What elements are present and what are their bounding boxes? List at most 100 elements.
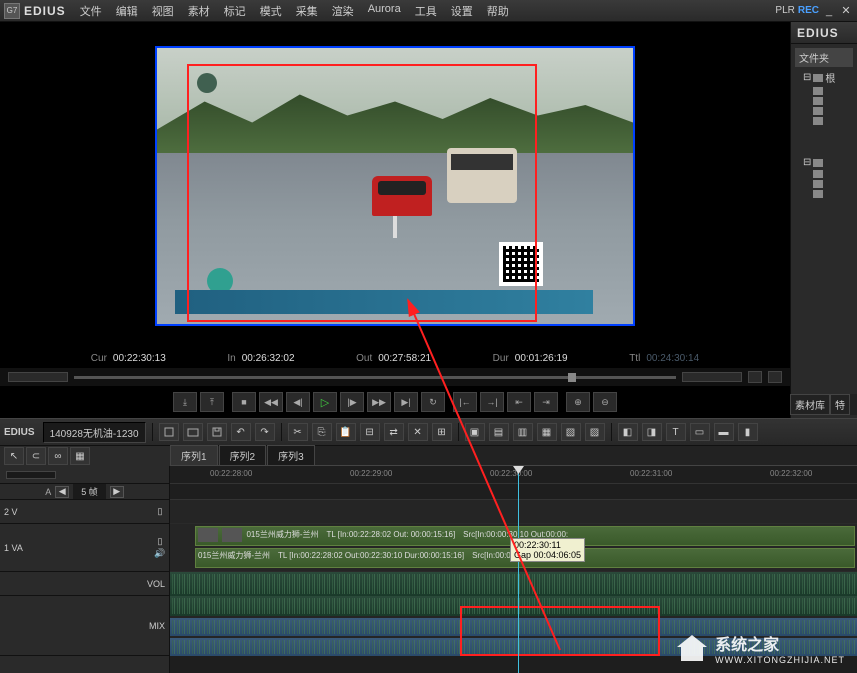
seq-tab-1[interactable]: 序列1 — [170, 445, 218, 465]
tree-item[interactable] — [795, 86, 853, 96]
menu-file[interactable]: 文件 — [74, 1, 108, 21]
tree-item[interactable] — [795, 106, 853, 116]
tc-cur[interactable]: 00:22:30:13 — [113, 353, 166, 364]
goto-out-button[interactable]: →| — [480, 392, 504, 412]
tool-j[interactable]: ▬ — [714, 423, 734, 441]
tree-item[interactable] — [795, 189, 853, 199]
track-vol[interactable] — [170, 572, 857, 596]
tool-a[interactable]: ▣ — [465, 423, 485, 441]
scrub-bar[interactable] — [0, 368, 790, 386]
menu-edit[interactable]: 编辑 — [110, 1, 144, 21]
goto-in-button[interactable]: |← — [453, 392, 477, 412]
menu-settings[interactable]: 设置 — [445, 1, 479, 21]
tree-item[interactable] — [795, 169, 853, 179]
next-frame-button[interactable]: |▶ — [340, 392, 364, 412]
tool-link[interactable]: ∞ — [48, 447, 68, 465]
tool-save[interactable] — [207, 423, 227, 441]
scrub-head[interactable] — [568, 373, 576, 382]
play-button[interactable]: ▷ — [313, 392, 337, 412]
menu-clip[interactable]: 素材 — [182, 1, 216, 21]
scrub-prev[interactable] — [748, 371, 762, 383]
tool-arrow[interactable]: ↖ — [4, 447, 24, 465]
tree-item[interactable] — [795, 179, 853, 189]
scrub-track[interactable] — [74, 376, 676, 379]
tool-c[interactable]: ▥ — [513, 423, 533, 441]
playhead[interactable] — [518, 466, 519, 673]
tool-cut[interactable]: ✂ — [288, 423, 308, 441]
track-v2[interactable] — [170, 500, 857, 524]
tool-new[interactable] — [159, 423, 179, 441]
tool-split[interactable]: ⊟ — [360, 423, 380, 441]
tool-b[interactable]: ▤ — [489, 423, 509, 441]
stop-button[interactable]: ■ — [232, 392, 256, 412]
seq-tab-2[interactable]: 序列2 — [219, 445, 267, 465]
tool-i[interactable]: ▭ — [690, 423, 710, 441]
tool-ripple[interactable]: ⇄ — [384, 423, 404, 441]
track-header-va1[interactable]: v 1 VA ▯ 🔊 — [0, 524, 169, 572]
scale-bar[interactable] — [0, 466, 169, 484]
tab-bin[interactable]: 素材库 — [790, 394, 830, 415]
tab-effects[interactable]: 特 — [830, 394, 850, 415]
loop-button[interactable]: ↻ — [421, 392, 445, 412]
set-out-button[interactable]: ⇥ — [534, 392, 558, 412]
tc-ttl[interactable]: 00:24:30:14 — [646, 353, 699, 364]
sequence-name[interactable]: 140928无机油-1230 — [43, 422, 146, 443]
mark-in-button[interactable]: ⤓ — [173, 392, 197, 412]
set-in-button[interactable]: ⇤ — [507, 392, 531, 412]
tool-e[interactable]: ▧ — [561, 423, 581, 441]
track-header-vol[interactable]: VOL — [0, 572, 169, 596]
track-header-v2[interactable]: 2 V ▯ — [0, 500, 169, 524]
menu-render[interactable]: 渲染 — [326, 1, 360, 21]
tool-open[interactable] — [183, 423, 203, 441]
tool-paste[interactable]: 📋 — [336, 423, 356, 441]
time-ruler[interactable]: 00:22:28:00 00:22:29:00 00:22:30:00 00:2… — [170, 466, 857, 484]
preview-monitor[interactable] — [155, 46, 635, 326]
menu-tools[interactable]: 工具 — [409, 1, 443, 21]
insert-button[interactable]: ⊕ — [566, 392, 590, 412]
menu-marker[interactable]: 标记 — [218, 1, 252, 21]
tree-item[interactable] — [795, 116, 853, 126]
tc-out[interactable]: 00:27:58:21 — [378, 353, 431, 364]
video-icon[interactable]: ▯ — [155, 537, 165, 547]
tool-d[interactable]: ▦ — [537, 423, 557, 441]
tool-group[interactable]: ⊞ — [432, 423, 452, 441]
speaker-icon[interactable]: 🔊 — [155, 549, 165, 559]
tool-f[interactable]: ▨ — [585, 423, 605, 441]
video-icon[interactable]: ▯ — [155, 507, 165, 517]
tree-group[interactable]: ⊟ — [795, 156, 853, 169]
end-button[interactable]: ▶| — [394, 392, 418, 412]
tool-title[interactable]: T — [666, 423, 686, 441]
tc-in[interactable]: 00:26:32:02 — [242, 353, 295, 364]
tool-g[interactable]: ◧ — [618, 423, 638, 441]
tool-copy[interactable]: ⎘ — [312, 423, 332, 441]
track-header-mix[interactable]: a 1 2 MIX — [0, 596, 169, 656]
seq-tab-3[interactable]: 序列3 — [267, 445, 315, 465]
prev-frame-button[interactable]: ◀| — [286, 392, 310, 412]
tool-magnet[interactable]: ⊂ — [26, 447, 46, 465]
menu-mode[interactable]: 模式 — [254, 1, 288, 21]
tc-dur[interactable]: 00:01:26:19 — [515, 353, 568, 364]
zoom-in[interactable]: ▶ — [110, 486, 124, 498]
shuttle-left[interactable] — [8, 372, 68, 382]
menu-aurora[interactable]: Aurora — [362, 1, 407, 21]
mark-out-button[interactable]: ⤒ — [200, 392, 224, 412]
tool-delete[interactable]: ✕ — [408, 423, 428, 441]
menu-capture[interactable]: 采集 — [290, 1, 324, 21]
rewind-button[interactable]: ◀◀ — [259, 392, 283, 412]
menu-help[interactable]: 帮助 — [481, 1, 515, 21]
fast-forward-button[interactable]: ▶▶ — [367, 392, 391, 412]
zoom-out[interactable]: ◀ — [55, 486, 69, 498]
tree-item[interactable] — [795, 96, 853, 106]
overwrite-button[interactable]: ⊖ — [593, 392, 617, 412]
minimize-button[interactable]: _ — [822, 4, 836, 18]
tool-undo[interactable]: ↶ — [231, 423, 251, 441]
menu-view[interactable]: 视图 — [146, 1, 180, 21]
tool-k[interactable]: ▮ — [738, 423, 758, 441]
scrub-next[interactable] — [768, 371, 782, 383]
zoom-value[interactable]: 5 帧 — [73, 484, 106, 499]
tool-redo[interactable]: ↷ — [255, 423, 275, 441]
shuttle-right[interactable] — [682, 372, 742, 382]
tool-grid[interactable]: ▦ — [70, 447, 90, 465]
tree-root[interactable]: ⊟ 根 — [795, 69, 853, 86]
close-button[interactable]: ✕ — [839, 4, 853, 18]
